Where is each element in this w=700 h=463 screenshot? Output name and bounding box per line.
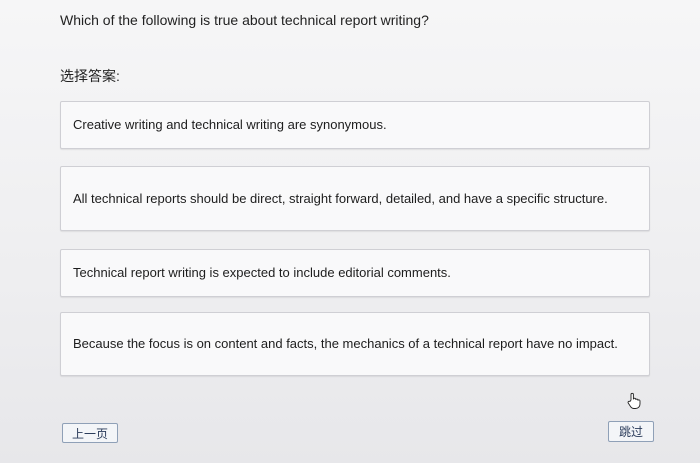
answer-option-text: Because the focus is on content and fact… <box>73 336 618 351</box>
answer-option-1[interactable]: Creative writing and technical writing a… <box>60 101 650 149</box>
answer-option-3[interactable]: Technical report writing is expected to … <box>60 249 650 297</box>
question-text: Which of the following is true about tec… <box>60 12 429 28</box>
skip-button[interactable]: 跳过 <box>608 421 654 442</box>
previous-page-button[interactable]: 上一页 <box>62 423 118 443</box>
answer-option-4[interactable]: Because the focus is on content and fact… <box>60 312 650 376</box>
answer-option-text: Creative writing and technical writing a… <box>73 117 387 132</box>
answer-option-text: All technical reports should be direct, … <box>73 190 608 206</box>
hand-pointer-icon <box>627 392 641 409</box>
answer-option-text: Technical report writing is expected to … <box>73 265 451 280</box>
select-answer-label: 选择答案: <box>60 68 120 84</box>
answer-option-2[interactable]: All technical reports should be direct, … <box>60 166 650 231</box>
